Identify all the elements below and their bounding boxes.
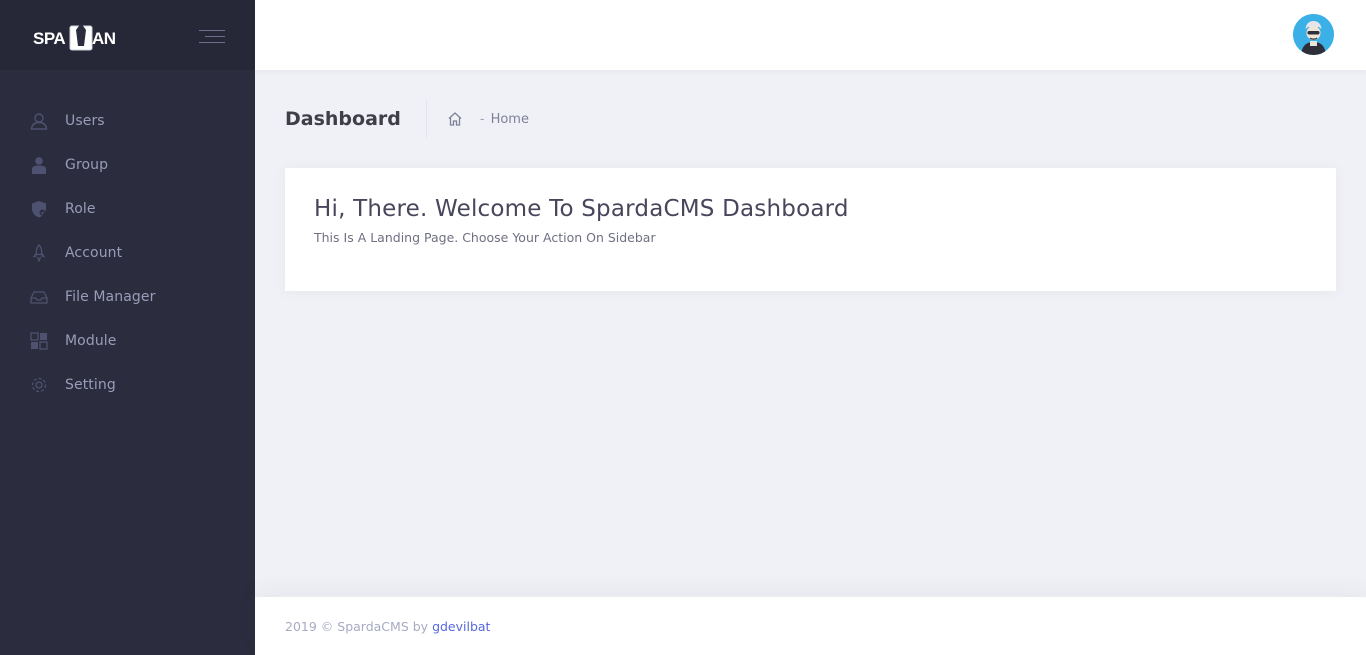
- breadcrumb-home-link[interactable]: Home: [491, 112, 529, 127]
- svg-text:SPA: SPA: [33, 29, 65, 48]
- top-header: [255, 0, 1366, 70]
- sidebar-toggle-button[interactable]: [199, 28, 225, 46]
- brand-bar: SPA AN: [0, 0, 255, 70]
- sidebar-item-label: Setting: [65, 377, 116, 393]
- shield-icon: [30, 200, 48, 218]
- sidebar-item-label: Users: [65, 113, 105, 129]
- users-icon: [30, 112, 48, 130]
- welcome-heading: Hi, There. Welcome To SpardaCMS Dashboar…: [314, 196, 849, 222]
- sidebar-item-label: Module: [65, 333, 117, 349]
- layout-icon: [30, 332, 48, 350]
- sidebar-item-users[interactable]: Users: [0, 99, 255, 143]
- sidebar-item-module[interactable]: Module: [0, 319, 255, 363]
- rocket-icon: [30, 244, 48, 262]
- footer: 2019 © SpardaCMS by gdevilbat: [255, 597, 1366, 655]
- footer-copyright: 2019 © SpardaCMS by: [285, 618, 429, 634]
- footer-author-link[interactable]: gdevilbat: [432, 619, 490, 634]
- sidebar-item-file-manager[interactable]: File Manager: [0, 275, 255, 319]
- subheader: Dashboard - Home: [285, 100, 529, 138]
- sidebar-menu: Users Group Role Account File Manager Mo…: [0, 99, 255, 407]
- user-avatar[interactable]: [1293, 14, 1334, 55]
- sidebar-item-setting[interactable]: Setting: [0, 363, 255, 407]
- breadcrumb-separator: -: [479, 111, 485, 127]
- welcome-text: This Is A Landing Page. Choose Your Acti…: [314, 230, 656, 245]
- page-title: Dashboard: [285, 100, 427, 138]
- sidebar-item-group[interactable]: Group: [0, 143, 255, 187]
- sidebar-item-account[interactable]: Account: [0, 231, 255, 275]
- sidebar-item-label: Role: [65, 201, 96, 217]
- welcome-card: Hi, There. Welcome To SpardaCMS Dashboar…: [285, 168, 1336, 291]
- sidebar-item-label: Account: [65, 245, 123, 261]
- group-icon: [30, 156, 48, 174]
- sidebar: SPA AN Users Group Role Account File Man…: [0, 0, 255, 655]
- gear-icon: [30, 376, 48, 394]
- svg-text:AN: AN: [92, 29, 116, 48]
- inbox-icon: [30, 288, 48, 306]
- spartan-logo[interactable]: SPA AN: [33, 22, 123, 52]
- sidebar-item-label: File Manager: [65, 289, 156, 305]
- sidebar-item-role[interactable]: Role: [0, 187, 255, 231]
- sidebar-item-label: Group: [65, 157, 109, 173]
- home-icon[interactable]: [447, 111, 463, 127]
